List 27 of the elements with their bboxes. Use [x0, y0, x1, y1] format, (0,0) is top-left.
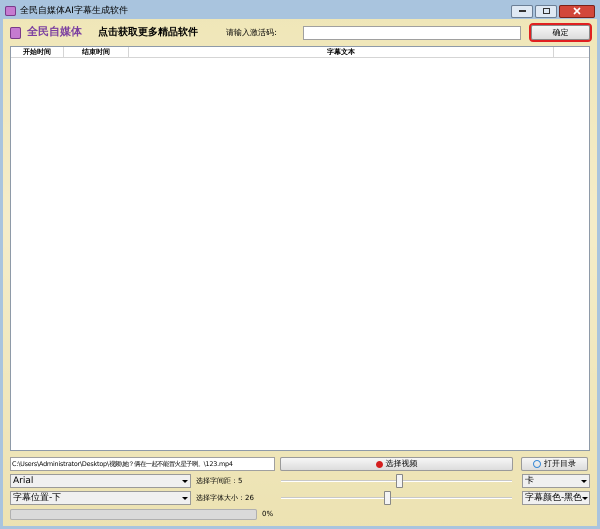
position-dropdown[interactable]: 字幕位置-下 [10, 491, 191, 505]
brand-logo-icon [10, 26, 22, 38]
slider-thumb[interactable] [384, 491, 392, 505]
style-dropdown[interactable]: 卡 [522, 474, 590, 488]
activation-code-field[interactable] [302, 26, 521, 40]
close-icon [573, 7, 581, 15]
color-dropdown[interactable]: 字幕颜色-黑色 [522, 491, 590, 505]
slider-thumb[interactable] [396, 474, 403, 488]
dropdown-arrow-icon [581, 480, 587, 482]
app-icon [5, 6, 16, 16]
promo-link[interactable]: 点击获取更多精品软件 [98, 25, 198, 40]
open-folder-button[interactable]: 打开目录 [521, 457, 588, 471]
confirm-button[interactable]: 确定 [531, 25, 590, 40]
activation-label: 请输入激活码: [226, 26, 277, 38]
maximize-button[interactable] [535, 4, 557, 18]
brand-name: 全民自媒体 [27, 24, 82, 40]
dropdown-arrow-icon [182, 480, 188, 482]
window-title: 全民自媒体AI字幕生成软件 [20, 6, 128, 16]
dropdown-arrow-icon [182, 496, 188, 500]
dropdown-arrow-icon [582, 496, 588, 500]
maximize-icon [542, 8, 550, 14]
minimize-button[interactable] [511, 4, 533, 18]
font-dropdown[interactable]: Arial [10, 474, 191, 488]
select-video-button[interactable]: 选择视频 [280, 457, 513, 471]
minimize-icon [518, 10, 526, 12]
add-icon [376, 460, 382, 468]
close-button[interactable] [559, 4, 595, 18]
